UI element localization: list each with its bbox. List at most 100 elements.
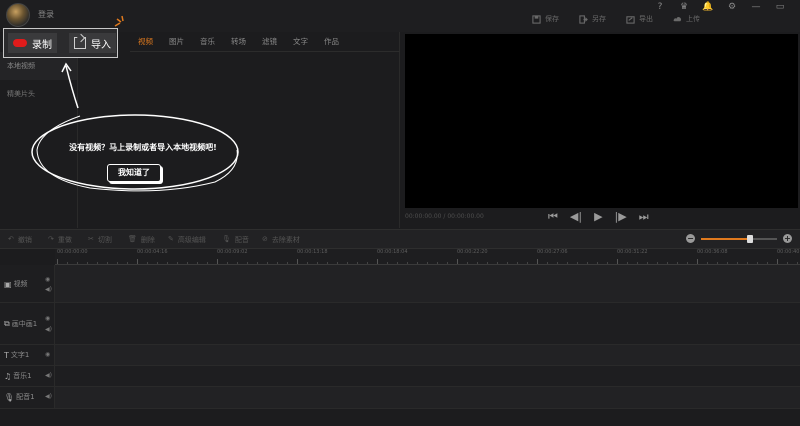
ruler-minor-tick: [367, 262, 368, 264]
save-as-icon: [579, 14, 588, 24]
speaker-icon[interactable]: ◀): [45, 372, 52, 379]
step-back-icon[interactable]: ◀|: [570, 210, 582, 224]
ruler-minor-tick: [677, 262, 678, 264]
ruler-minor-tick: [567, 262, 568, 264]
got-it-button[interactable]: 我知道了: [107, 164, 161, 182]
ruler-minor-tick: [97, 262, 98, 264]
ruler-minor-tick: [427, 262, 428, 264]
ruler-minor-tick: [687, 262, 688, 264]
ruler-minor-tick: [747, 262, 748, 264]
speaker-icon[interactable]: ◀): [45, 326, 52, 333]
callout-message: 没有视频？马上录制或者导入本地视频吧!: [69, 143, 217, 152]
tab-works[interactable]: 作品: [316, 32, 347, 52]
undo-button[interactable]: ↶ 撤销: [8, 235, 32, 245]
edit-icon: ✎: [168, 235, 174, 243]
dub-label: 配音: [234, 236, 249, 244]
zoom-slider[interactable]: [701, 234, 777, 243]
track-lane-text[interactable]: [55, 345, 800, 366]
eye-icon[interactable]: ◉: [45, 351, 50, 358]
ruler-minor-tick: [417, 262, 418, 264]
project-actions: 保存 另存 导出 上传: [532, 14, 700, 24]
ruler-minor-tick: [767, 262, 768, 264]
ruler-major-tick: [57, 259, 58, 264]
tab-text[interactable]: 文字: [285, 32, 316, 52]
remove-icon: ⊘: [262, 235, 268, 243]
ruler-major-tick: [777, 259, 778, 264]
eye-icon[interactable]: ◉: [45, 276, 50, 283]
zoom-out-icon[interactable]: −: [686, 234, 695, 243]
trash-icon: 🗑: [128, 235, 137, 243]
gear-icon[interactable]: ⚙: [720, 1, 744, 13]
delete-label: 删除: [140, 236, 155, 244]
delete-button[interactable]: 🗑 删除: [128, 235, 155, 245]
save-button[interactable]: 保存: [532, 14, 559, 24]
ruler-minor-tick: [127, 262, 128, 264]
ruler-minor-tick: [547, 262, 548, 264]
redo-button[interactable]: ↷ 重做: [48, 235, 72, 245]
track-header-text: T 文字1 ◉: [0, 345, 55, 366]
track-label-dub: 🎙 配音1: [4, 392, 35, 402]
skip-end-icon[interactable]: ⏭: [639, 210, 649, 224]
playback-controls: ⏮ ◀| ▶ |▶ ⏭: [548, 210, 649, 224]
track-name: 视频: [13, 280, 28, 288]
music-icon: ♫: [4, 371, 12, 381]
ruler-minor-tick: [717, 262, 718, 264]
track-lane-music[interactable]: [55, 366, 800, 387]
ruler-minor-tick: [187, 262, 188, 264]
ruler-minor-tick: [247, 262, 248, 264]
cut-button[interactable]: ✂ 切割: [88, 235, 112, 245]
help-icon[interactable]: ?: [648, 1, 672, 13]
ruler-minor-tick: [307, 262, 308, 264]
step-forward-icon[interactable]: |▶: [615, 210, 627, 224]
scissors-icon: ✂: [88, 235, 94, 243]
remove-material-button[interactable]: ⊘ 去除素材: [262, 235, 300, 245]
ruler-minor-tick: [227, 262, 228, 264]
undo-label: 撤销: [17, 236, 32, 244]
zoom-control: − +: [686, 234, 792, 243]
redo-icon: ↷: [48, 235, 54, 243]
ruler-minor-tick: [647, 262, 648, 264]
track-name: 画中画1: [11, 320, 38, 328]
bell-icon[interactable]: 🔔: [696, 1, 720, 13]
crown-icon[interactable]: ♛: [672, 1, 696, 13]
ruler-minor-tick: [107, 262, 108, 264]
maximize-icon[interactable]: ▭: [768, 1, 792, 13]
advanced-edit-button[interactable]: ✎ 高级编辑: [168, 235, 206, 245]
eye-icon[interactable]: ◉: [45, 315, 50, 322]
upload-label: 上传: [686, 15, 700, 23]
ruler-major-tick: [537, 259, 538, 264]
track-label-pip: ⧉ 画中画1: [4, 319, 37, 329]
dub-button[interactable]: 🎙 配音: [222, 235, 249, 245]
ruler-minor-tick: [527, 262, 528, 264]
upload-button[interactable]: 上传: [673, 14, 700, 24]
ruler-minor-tick: [727, 262, 728, 264]
track-lane-video[interactable]: [55, 265, 800, 303]
ruler-minor-tick: [267, 262, 268, 264]
ruler-tick-label: 00:00:04:16: [137, 249, 168, 255]
timeline-ruler[interactable]: 00:00:00:00 00:00:04:16 00:00:09:02 00:00:1…: [55, 249, 800, 265]
track-label-music: ♫ 音乐1: [4, 371, 32, 381]
track-header-video: ▣ 视频 ◉ ◀): [0, 265, 55, 303]
play-icon[interactable]: ▶: [594, 210, 602, 224]
speaker-icon[interactable]: ◀): [45, 393, 52, 400]
ruler-minor-tick: [477, 262, 478, 264]
track-lane-pip[interactable]: [55, 303, 800, 345]
save-as-button[interactable]: 另存: [579, 14, 606, 24]
ruler-minor-tick: [197, 262, 198, 264]
film-icon: ▣: [4, 279, 12, 289]
zoom-in-icon[interactable]: +: [783, 234, 792, 243]
preview-timecode: 00:00:00.00 / 00:00:00.00: [405, 213, 484, 220]
track-name: 文字1: [10, 351, 30, 359]
zoom-slider-handle[interactable]: [747, 234, 754, 243]
skip-start-icon[interactable]: ⏮: [548, 210, 558, 224]
minimize-icon[interactable]: —: [744, 1, 768, 13]
ruler-tick-label: 00:00:40:2: [777, 249, 800, 255]
export-button[interactable]: 导出: [626, 14, 653, 24]
speaker-icon[interactable]: ◀): [45, 286, 52, 293]
ruler-minor-tick: [77, 262, 78, 264]
ruler-minor-tick: [287, 262, 288, 264]
track-header-pip: ⧉ 画中画1 ◉ ◀): [0, 303, 55, 345]
mic-icon: 🎙: [4, 392, 15, 402]
advanced-edit-label: 高级编辑: [177, 236, 206, 244]
track-lane-dub[interactable]: [55, 387, 800, 409]
